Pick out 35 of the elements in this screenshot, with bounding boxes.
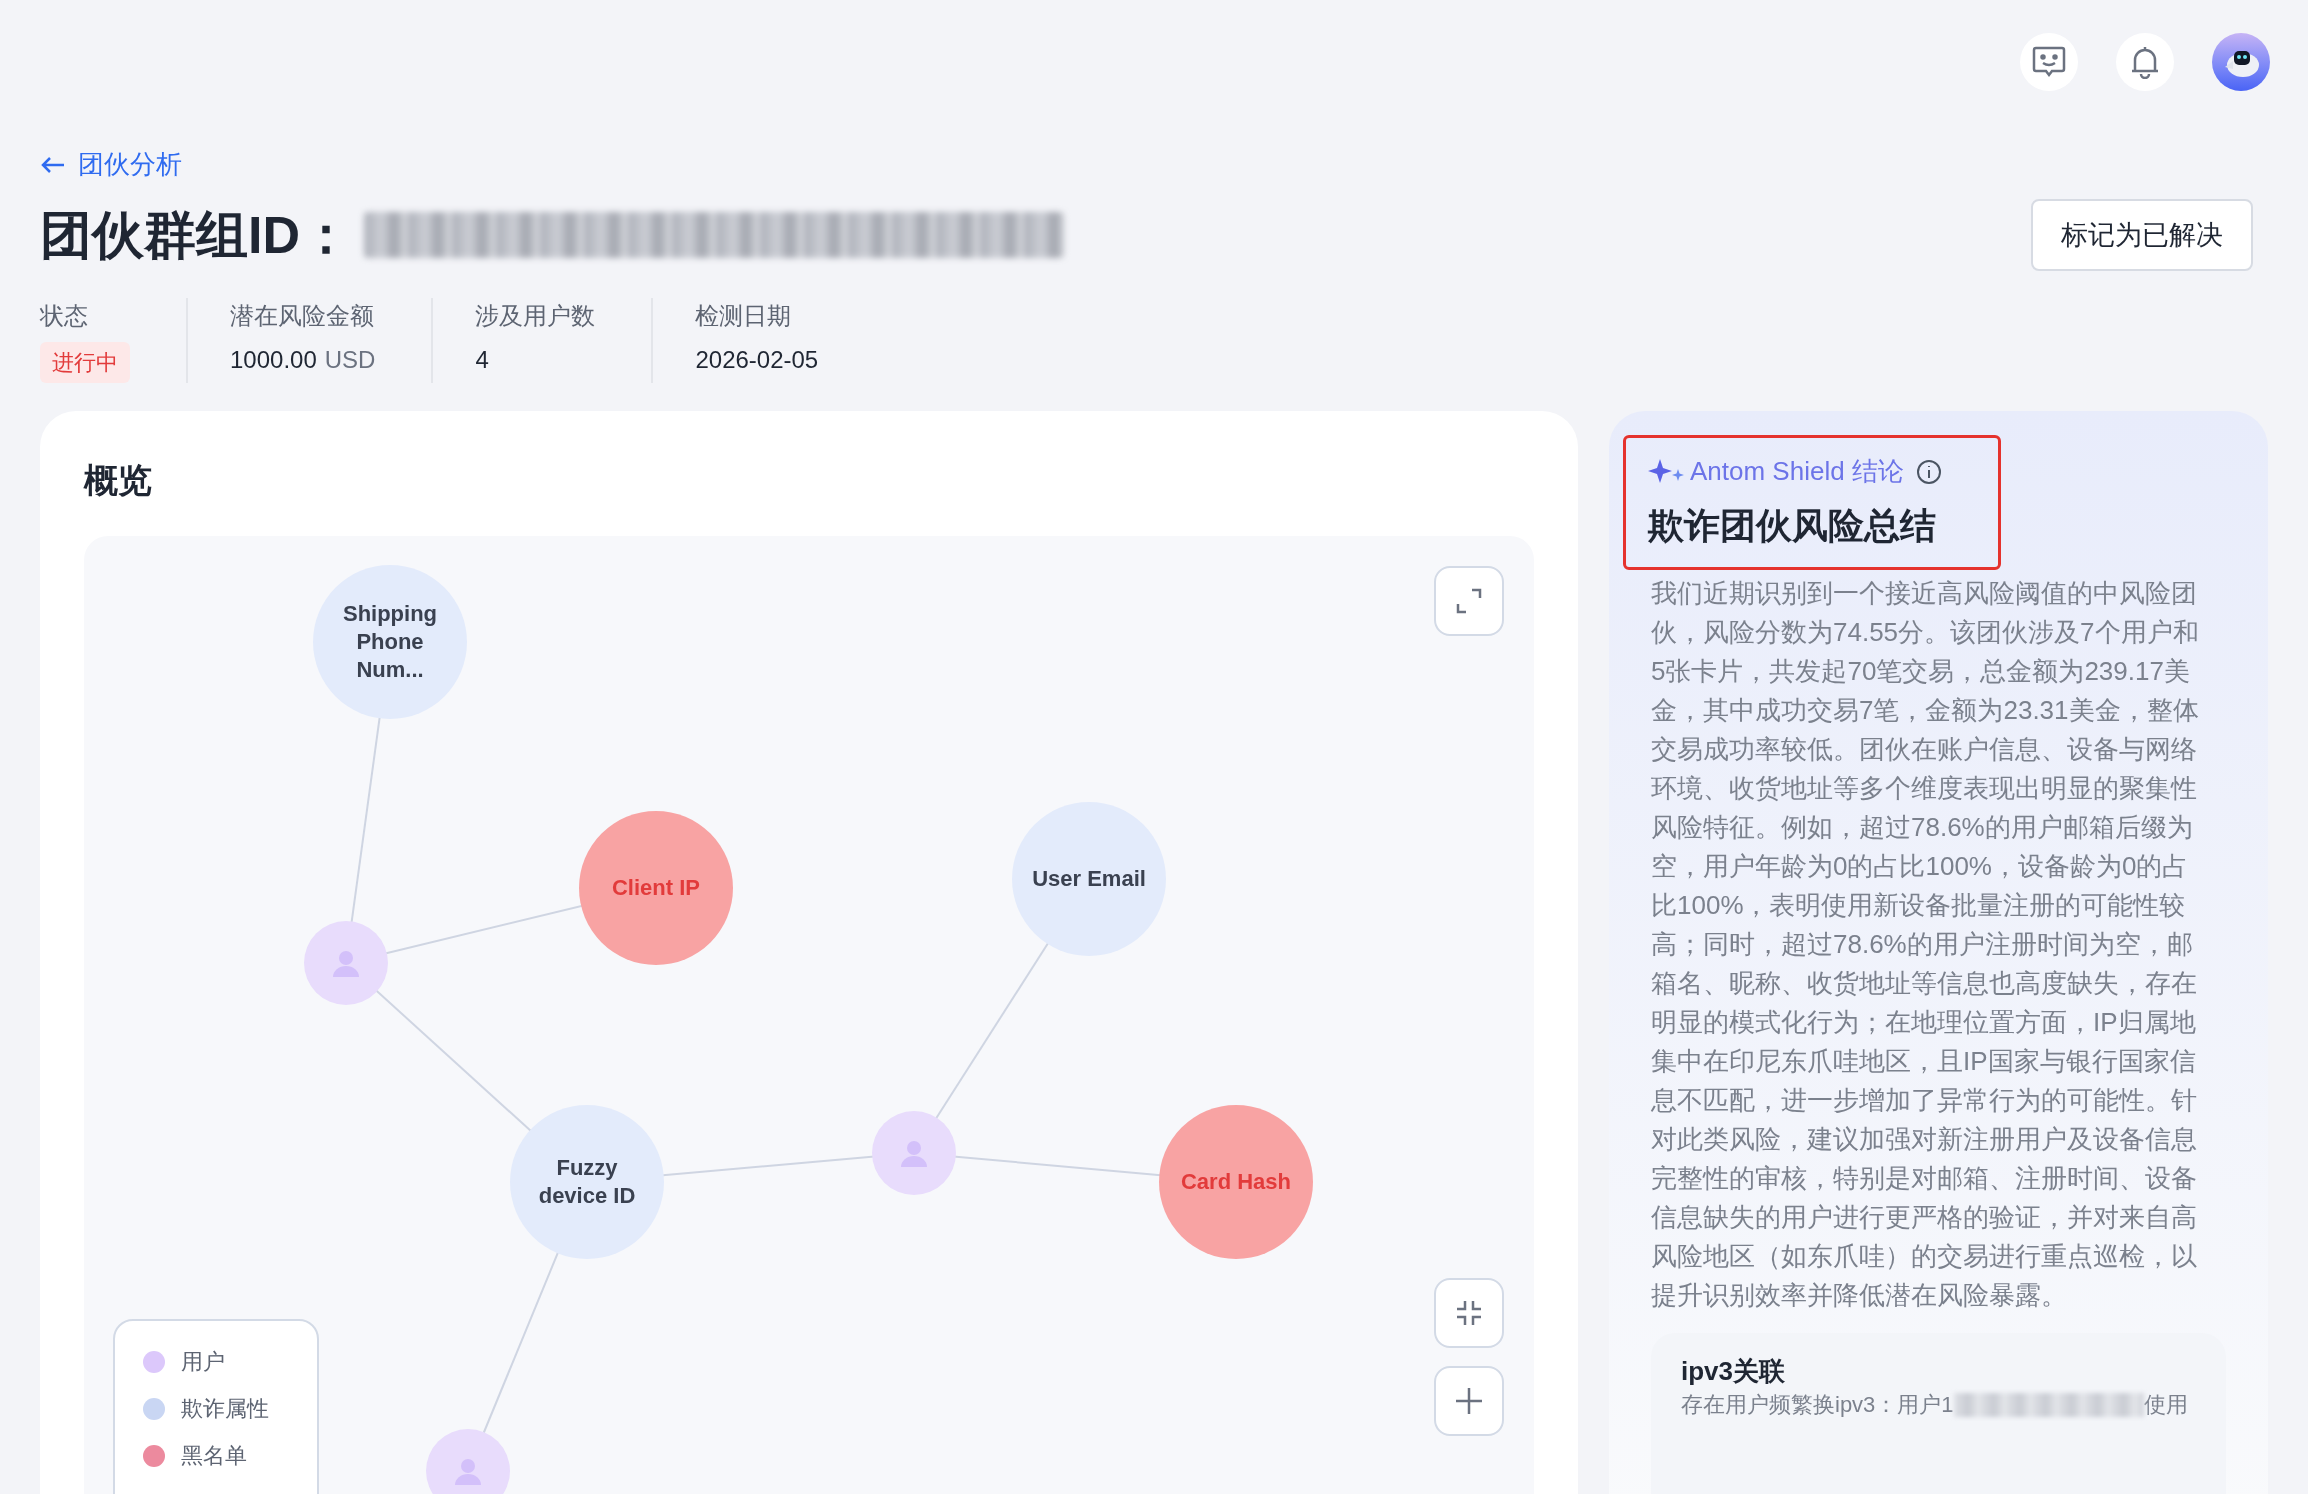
stat-label: 涉及用户数 (475, 301, 596, 331)
attribute-node[interactable]: Shipping Phone Num... (313, 565, 467, 719)
stat-value: 2026-02-05 (695, 345, 819, 375)
back-link[interactable]: 团伙分析 (78, 145, 182, 184)
avatar[interactable] (2212, 33, 2270, 91)
currency-label: USD (324, 345, 376, 375)
conclusion-text: 我们近期识别到一个接近高风险阈值的中风险团伙，风险分数为74.55分。该团伙涉及7个用户和5张卡片，共发起70笔交易，总金额为239.17美金，其中成功交易7笔，金额为23.31美金，整体交易成功率较低。团伙在账户信息、设备与网络环境、收货地址等多个维度表现出明显的聚集性风险特征。例如，超过78.6%的用户邮箱后缀为空，用户年龄为0的占比100%，设备龄为0的占比100%，表明使用新设备批量注册的可能性较高；同时，超过78.6%的用户注册时间为空，邮箱名、昵称、收货地址等信息也高度缺失，存在明显的模式化行为；在地理位置方面，IP归属地集中在印尼东爪哇地区，且IP国家与银行国家信息不匹配，进一步增加了异常行为的可能性。针对此类风险，建议加强对新注册用户及设备信息完整性的审核，特别是对邮箱、注册时间、设备信息缺失的用户进行更严格的验证，并对来自高风险地区（如东爪哇）的交易进行重点巡检，以提升识别效率并降低潜在风险暴露。 (1650, 577, 2200, 1312)
smiley-chat-icon (2031, 45, 2067, 79)
card-title: ipv3关联 (1681, 1355, 1787, 1387)
ai-conclusion-label: Antom Shield 结论 (1690, 455, 1904, 488)
zoom-in-button[interactable] (1434, 1366, 1504, 1436)
expand-icon (1455, 587, 1483, 615)
back-arrow-icon[interactable] (40, 154, 66, 175)
stat-value: 4 (475, 345, 490, 375)
attribute-node[interactable]: Fuzzy device ID (510, 1105, 664, 1259)
mark-resolved-button[interactable]: 标记为已解决 (2031, 199, 2253, 271)
user-node[interactable] (426, 1429, 510, 1494)
conclusion-title: 欺诈团伙风险总结 (1648, 504, 1937, 548)
amount-value: 1000.00 (230, 345, 317, 375)
bell-icon (2130, 45, 2160, 79)
legend-label: 用户 (181, 1348, 225, 1376)
attribute-node[interactable]: User Email (1012, 802, 1166, 956)
info-icon[interactable] (1915, 458, 1942, 485)
legend-label: 黑名单 (181, 1442, 247, 1470)
card-text: 使用 (2143, 1391, 2188, 1419)
legend-label: 欺诈属性 (181, 1395, 269, 1423)
overview-title: 概览 (84, 460, 153, 501)
page-title: 团伙群组ID： (40, 205, 352, 266)
card-text: 存在用户频繁换ipv3：用户1 (1681, 1391, 1954, 1419)
status-badge: 进行中 (40, 342, 130, 383)
fit-view-button[interactable] (1434, 1278, 1504, 1348)
plus-icon (1454, 1386, 1484, 1416)
stat-label: 潜在风险金额 (230, 301, 375, 331)
stat-label: 状态 (40, 301, 89, 331)
stat-label: 检测日期 (695, 301, 793, 331)
